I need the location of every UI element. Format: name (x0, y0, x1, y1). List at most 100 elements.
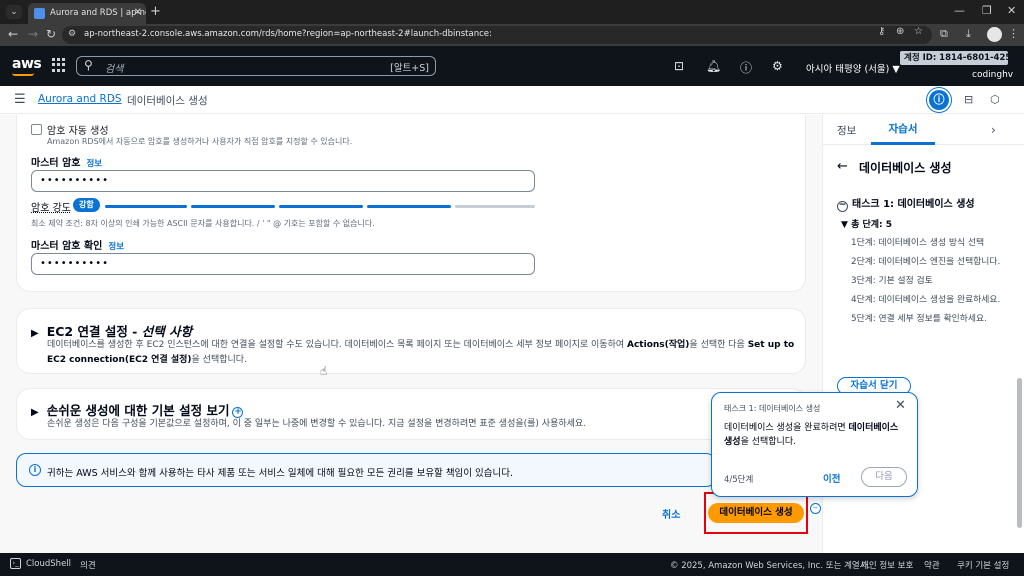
breadcrumb-service-link[interactable]: Aurora and RDS (38, 93, 122, 105)
feedback-link[interactable]: 의견 (80, 559, 96, 571)
strength-segment (279, 205, 363, 208)
terms-link[interactable]: 약관 (924, 559, 940, 571)
browser-tab-strip: ⌄ Aurora and RDS | ap-northeast ✕ + — ❐ … (0, 0, 1024, 24)
main-content: 암호 자동 생성 Amazon RDS에서 자동으로 암호를 생성하거나 사용자… (0, 115, 822, 553)
strength-segment (105, 205, 187, 208)
console-footer: ›_ CloudShell 의견 © 2025, Amazon Web Serv… (0, 553, 1024, 576)
tab-search-icon[interactable]: ⌄ (6, 5, 22, 19)
browser-toolbar: ← → ↻ ⚙ ap-northeast-2.console.aws.amazo… (0, 24, 1024, 46)
account-id-badge[interactable]: 계정 ID: 1814-6801-4252 ▼ (900, 51, 1024, 65)
popover-prev-button[interactable]: 이전 (823, 471, 840, 485)
settings-gear-icon[interactable]: ⚙ (772, 59, 783, 73)
tutorial-step: 2단계: 데이터베이스 엔진을 선택합니다. (851, 257, 1001, 267)
copyright-text: © 2025, Amazon Web Services, Inc. 또는 계열사… (670, 561, 871, 571)
browser-tab-title: Aurora and RDS | ap-northeast (50, 8, 146, 18)
notifications-bell-icon[interactable]: 🔔︎ (706, 59, 721, 73)
credentials-card: 암호 자동 생성 Amazon RDS에서 자동으로 암호를 생성하거나 사용자… (16, 115, 806, 292)
key-icon[interactable]: ⚷ (878, 26, 885, 37)
maximize-icon[interactable]: ❐ (982, 4, 992, 17)
hamburger-menu-icon[interactable]: ☰ (14, 92, 26, 107)
expand-caret-icon: ▶ (31, 407, 39, 418)
cloudshell-footer-icon[interactable]: ›_ (10, 558, 21, 569)
confirm-password-label: 마스터 암호 확인 정보 (31, 241, 125, 252)
info-alert: i 귀하는 AWS 서비스와 함께 사용하는 타사 제품 또는 서비스 일체에 … (16, 453, 716, 487)
reload-icon[interactable]: ↻ (46, 27, 56, 41)
collapse-circle-icon: − (837, 200, 848, 212)
tutorial-popover: 태스크 1: 데이터베이스 생성 ✕ 데이터베이스 생성을 완료하려면 데이터베… (711, 392, 918, 497)
strength-segment (191, 205, 275, 208)
new-tab-icon[interactable]: + (150, 3, 161, 21)
aws-logo-smile-icon (12, 73, 34, 76)
tab-info[interactable]: 정보 (837, 123, 856, 138)
tutorial-title: 데이터베이스 생성 (859, 161, 952, 175)
ec2-section-desc: 데이터베이스를 생성한 후 EC2 인스턴스에 대한 연결을 설정할 수도 있습… (47, 340, 795, 365)
site-info-icon[interactable]: ⚙ (68, 29, 80, 41)
expand-caret-icon: ▶ (31, 328, 39, 339)
caret-down-icon: ▼ (841, 220, 852, 230)
close-tab-icon[interactable]: ✕ (134, 3, 142, 23)
bookmark-star-icon[interactable]: ☆ (914, 26, 923, 37)
tutorial-step: 3단계: 기본 설정 검토 (851, 276, 933, 286)
breadcrumb-separator: › (111, 92, 116, 105)
ec2-connection-card[interactable]: ▶ EC2 연결 설정 - 선택 사항 데이터베이스를 생성한 후 EC2 인스턴… (16, 308, 806, 374)
cancel-button[interactable]: 취소 (662, 506, 680, 521)
help-icon[interactable]: ⓘ (740, 59, 752, 76)
extensions-icon[interactable]: ⧉ (940, 27, 948, 41)
zoom-icon[interactable]: ⊕ (896, 26, 904, 37)
popover-task: 태스크 1: 데이터베이스 생성 (724, 404, 821, 413)
master-password-label: 마스터 암호 정보 (31, 158, 103, 169)
cookie-preferences-link[interactable]: 쿠키 기본 설정 (957, 559, 1009, 571)
master-password-input[interactable]: •••••••••• (31, 170, 535, 192)
panel-scrollbar[interactable] (1017, 378, 1022, 528)
tab-tutorial[interactable]: 자습서 (871, 115, 935, 145)
confirm-password-input[interactable]: •••••••••• (31, 253, 535, 275)
hexagon-settings-icon[interactable]: ⬡ (990, 93, 1000, 106)
total-steps[interactable]: ▼ 총 단계: 5 (841, 217, 892, 230)
feedback-panel-icon[interactable]: ⊟ (964, 93, 973, 106)
minimize-icon[interactable]: — (954, 4, 965, 17)
master-password-info-link[interactable]: 정보 (86, 159, 102, 169)
cloudshell-link[interactable]: CloudShell (26, 559, 71, 569)
breadcrumb-current: 데이터베이스 생성 (127, 95, 208, 107)
aws-logo[interactable]: aws (12, 56, 42, 72)
popover-close-icon[interactable]: ✕ (895, 398, 906, 413)
tutorial-beacon-icon[interactable]: − (810, 503, 821, 514)
cloudshell-icon[interactable]: ⊡ (674, 59, 684, 73)
breadcrumb-bar: ☰ Aurora and RDS › 데이터베이스 생성 ⓘ ⊟ ⬡ (0, 86, 1024, 114)
info-panel-toggle-icon[interactable]: ⓘ (929, 90, 949, 110)
mouse-cursor-icon: ☝ (320, 364, 328, 378)
chevron-right-icon[interactable]: › (991, 123, 996, 137)
download-icon[interactable]: ⤓ (966, 27, 971, 41)
aws-console-header: aws ⚲ 검색 [알트+S] ⊡ 🔔︎ ⓘ ⚙ 아시아 태평양 (서울) ▼ … (0, 46, 1024, 86)
profile-avatar[interactable] (987, 27, 1002, 42)
region-selector[interactable]: 아시아 태평양 (서울) ▼ (806, 61, 900, 75)
easy-create-defaults-card[interactable]: ▶ 손쉬운 생성에 대한 기본 설정 보기 + 손쉬운 생성은 다음 구성을 기본값… (16, 388, 806, 440)
popover-next-button[interactable]: 다음 (861, 467, 907, 487)
privacy-link[interactable]: 개인 정보 보호 (861, 559, 913, 571)
auto-generate-password-checkbox[interactable] (31, 124, 42, 135)
address-bar[interactable]: ⚙ ap-northeast-2.console.aws.amazon.com/… (62, 26, 932, 44)
tutorial-steps-list: 1단계: 데이터베이스 생성 방식 선택 2단계: 데이터베이스 엔진을 선택합… (851, 237, 1017, 332)
search-icon: ⚲ (84, 58, 93, 72)
username[interactable]: codinghv (972, 70, 1013, 80)
tutorial-step: 4단계: 데이터베이스 생성을 완료하세요. (851, 295, 1001, 305)
browser-menu-icon[interactable]: ⋮ (1008, 27, 1019, 40)
search-shortcut: [알트+S] (390, 63, 429, 74)
easy-create-section-desc: 손쉬운 생성은 다음 구성을 기본값으로 설정하며, 이 중 일부는 나중에 변… (47, 419, 587, 429)
tutorial-step: 5단계: 연결 세부 정보를 확인하세요. (851, 314, 987, 324)
url-text: ap-northeast-2.console.aws.amazon.com/rd… (84, 29, 492, 39)
services-grid-icon[interactable] (52, 58, 66, 72)
tutorial-task[interactable]: − 태스크 1: 데이터베이스 생성 (837, 195, 975, 212)
forward-icon[interactable]: → (28, 27, 38, 41)
password-constraint-text: 최소 제약 조건: 8자 이상의 인쇄 가능한 ASCII 문자를 사용합니다.… (31, 219, 375, 228)
browser-tab[interactable]: Aurora and RDS | ap-northeast ✕ (28, 3, 146, 24)
info-icon: i (29, 464, 41, 476)
back-icon[interactable]: ← (8, 27, 18, 41)
panel-tabs: 정보 자습서 › (823, 115, 1024, 145)
strength-segment (455, 205, 535, 208)
console-search-input[interactable]: ⚲ 검색 [알트+S] (76, 56, 436, 76)
create-database-button[interactable]: 데이터베이스 생성 (708, 503, 804, 523)
confirm-password-info-link[interactable]: 정보 (108, 242, 124, 252)
close-window-icon[interactable]: ✕ (1007, 4, 1016, 17)
back-arrow-icon[interactable]: ← (837, 159, 848, 174)
